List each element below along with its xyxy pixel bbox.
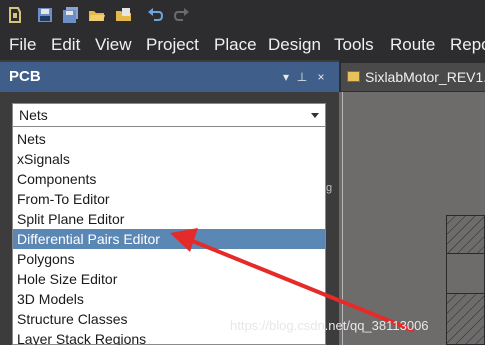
hatched-component-outline (446, 215, 485, 345)
chevron-down-icon[interactable] (311, 113, 319, 118)
save-icon[interactable] (36, 6, 54, 24)
option-polygons[interactable]: Polygons (13, 249, 325, 269)
document-tab-label: SixlabMotor_REV1.5 (365, 69, 485, 85)
option-hole-size-editor[interactable]: Hole Size Editor (13, 269, 325, 289)
option-from-to-editor[interactable]: From-To Editor (13, 189, 325, 209)
pcb-document-icon (347, 71, 360, 82)
menu-file[interactable]: File (9, 35, 36, 55)
panel-title: PCB (9, 68, 41, 85)
option-components[interactable]: Components (13, 169, 325, 189)
menu-place[interactable]: Place (214, 35, 257, 55)
menu-project[interactable]: Project (146, 35, 199, 55)
menu-view[interactable]: View (95, 35, 132, 55)
menu-design[interactable]: Design (268, 35, 321, 55)
option-xsignals[interactable]: xSignals (13, 149, 325, 169)
undo-icon[interactable] (146, 6, 164, 24)
menu-route[interactable]: Route (390, 35, 435, 55)
menu-edit[interactable]: Edit (51, 35, 80, 55)
close-icon[interactable]: × (314, 68, 328, 86)
pcb-panel-header: PCB ▾ ⊥ × (0, 62, 339, 92)
select-value: Nets (19, 107, 48, 123)
panel-background-text: g (326, 182, 333, 194)
open-project-icon[interactable] (115, 6, 133, 24)
pcb-canvas[interactable] (339, 92, 485, 345)
watermark: https://blog.csdn.net/qq_38113006 (230, 318, 429, 333)
panel-mode-select[interactable]: Nets (12, 103, 326, 127)
document-tab[interactable]: SixlabMotor_REV1.5 (341, 63, 485, 91)
altium-logo-icon (8, 6, 21, 24)
main-menubar: File Edit View Project Place Design Tool… (0, 30, 485, 60)
option-3d-models[interactable]: 3D Models (13, 289, 325, 309)
redo-icon[interactable] (173, 6, 191, 24)
panel-menu-icon[interactable]: ▾ (279, 68, 293, 86)
quick-access-toolbar (0, 0, 485, 30)
open-folder-icon[interactable] (88, 6, 106, 24)
option-split-plane-editor[interactable]: Split Plane Editor (13, 209, 325, 229)
pin-icon[interactable]: ⊥ (295, 68, 309, 86)
option-nets[interactable]: Nets (13, 129, 325, 149)
option-differential-pairs-editor[interactable]: Differential Pairs Editor (13, 229, 325, 249)
menu-tools[interactable]: Tools (334, 35, 374, 55)
save-all-icon[interactable] (62, 6, 80, 24)
menu-reports[interactable]: Repo (450, 35, 485, 55)
panel-mode-dropdown: Nets xSignals Components From-To Editor … (12, 127, 326, 345)
